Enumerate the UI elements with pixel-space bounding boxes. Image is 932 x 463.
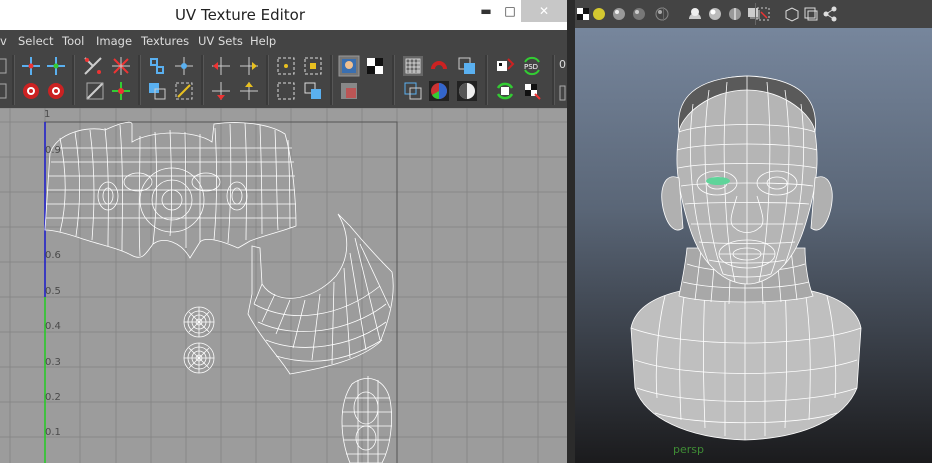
- grid-label-0-5: 0.5: [45, 286, 61, 297]
- select-overlap-icon[interactable]: [302, 80, 324, 102]
- rotate-ccw-icon[interactable]: [20, 80, 42, 102]
- refresh-texture-icon[interactable]: [494, 80, 516, 102]
- uv-shell-ear: [341, 376, 392, 463]
- xray-icon[interactable]: [655, 7, 669, 21]
- split-uvs-icon[interactable]: [110, 55, 132, 77]
- merge-uvs-icon[interactable]: [173, 55, 195, 77]
- default-lighting-icon[interactable]: [592, 7, 606, 21]
- menu-view-cut[interactable]: v: [0, 34, 7, 48]
- image-dim-icon[interactable]: [338, 80, 360, 102]
- share-icon[interactable]: [822, 6, 838, 22]
- align-u-min-icon[interactable]: [210, 55, 232, 77]
- move-uv-shell-icon[interactable]: [110, 80, 132, 102]
- grid-toggle-icon[interactable]: [402, 55, 424, 77]
- cut-tool-icon[interactable]: [0, 55, 10, 77]
- toolbar-separator: [392, 55, 395, 105]
- maximize-button[interactable]: □: [496, 0, 524, 22]
- camera-attributes-icon[interactable]: [784, 6, 800, 22]
- menu-textures[interactable]: Textures: [141, 34, 189, 48]
- align-u-max-icon[interactable]: [238, 55, 260, 77]
- panel-divider[interactable]: [567, 0, 575, 463]
- toolbar-separator: [663, 7, 664, 21]
- rotate-cw-icon[interactable]: [45, 80, 67, 102]
- viewport-toolbar: [575, 0, 932, 28]
- menu-bar: v Select Tool Image Textures UV Sets Hel…: [0, 30, 567, 52]
- toolbar-separator: [485, 55, 488, 105]
- select-shell-icon[interactable]: [275, 55, 297, 77]
- sew-uvs-icon[interactable]: [146, 55, 168, 77]
- grid-label-0-9: 0.9: [45, 145, 61, 156]
- isolate-select-icon[interactable]: [727, 7, 743, 21]
- shadows-icon[interactable]: [632, 7, 646, 21]
- flip-v-icon[interactable]: [45, 55, 67, 77]
- selected-uv-faces: [706, 177, 730, 185]
- psd-network-icon[interactable]: PSD: [521, 55, 543, 77]
- toolbar-separator: [201, 55, 204, 105]
- resolution-gate-icon[interactable]: [755, 6, 771, 22]
- menu-help[interactable]: Help: [250, 34, 276, 48]
- cut-tool-2-icon[interactable]: [0, 80, 10, 102]
- toolbar-more-icon[interactable]: [558, 82, 567, 104]
- uv-shell-neck: [247, 213, 394, 375]
- toolbar-separator: [72, 55, 75, 105]
- align-v-max-icon[interactable]: [238, 80, 260, 102]
- menu-select[interactable]: Select: [18, 34, 53, 48]
- toolbar-separator: [12, 55, 15, 105]
- relax-icon[interactable]: [173, 80, 195, 102]
- uv-texture-editor-window: UV Texture Editor ▬ □ ✕ v Select Tool Im…: [0, 0, 567, 463]
- grid-label-0-4: 0.4: [45, 321, 61, 332]
- shaded-uv-icon[interactable]: [456, 55, 478, 77]
- grid-label-0-2: 0.2: [45, 392, 61, 403]
- all-lights-icon[interactable]: [612, 7, 626, 21]
- grid-label-0-6: 0.6: [45, 250, 61, 261]
- grid-label-1: 1: [44, 109, 51, 120]
- toolbar-separator: [552, 55, 555, 105]
- checker-refresh-icon[interactable]: [521, 80, 543, 102]
- wireframe-shaded-icon[interactable]: [687, 7, 703, 21]
- rgb-channels-icon[interactable]: [428, 80, 450, 102]
- smooth-shade-icon[interactable]: [707, 7, 723, 21]
- pixel-snap-icon[interactable]: [428, 55, 450, 77]
- textured-shading-icon[interactable]: [577, 8, 589, 20]
- grid-label-0-3: 0.3: [45, 357, 61, 368]
- camera-label: persp: [673, 443, 704, 456]
- toolbar-separator: [330, 55, 333, 105]
- uv-toolbar: PSD 0: [0, 52, 567, 108]
- cut-uv-edges-icon[interactable]: [82, 55, 104, 77]
- toolbar-separator: [266, 55, 269, 105]
- flip-u-icon[interactable]: [20, 55, 42, 77]
- unfold-icon[interactable]: [146, 80, 168, 102]
- title-bar: UV Texture Editor ▬ □ ✕: [0, 0, 567, 30]
- image-display-icon[interactable]: [338, 55, 360, 77]
- toolbar-field-cut[interactable]: 0: [559, 58, 566, 71]
- update-psd-icon[interactable]: [494, 55, 516, 77]
- toolbar-separator: [138, 55, 141, 105]
- grid-label-0-1: 0.1: [45, 427, 61, 438]
- close-button[interactable]: ✕: [521, 0, 567, 22]
- select-boundary-icon[interactable]: [275, 80, 297, 102]
- select-border-icon[interactable]: [302, 55, 324, 77]
- menu-uv-sets[interactable]: UV Sets: [198, 34, 243, 48]
- uv-editor-viewport[interactable]: 1 0.9 0.6 0.5 0.4 0.3 0.2 0.1: [0, 108, 567, 463]
- layout-uvs-icon[interactable]: [84, 80, 106, 102]
- menu-tool[interactable]: Tool: [62, 34, 84, 48]
- uv-shell-eyes: [183, 306, 215, 374]
- window-title: UV Texture Editor: [174, 6, 306, 24]
- uv-border-icon[interactable]: [402, 80, 424, 102]
- uv-layout-canvas: [0, 108, 567, 463]
- svg-text:PSD: PSD: [524, 63, 538, 71]
- menu-image[interactable]: Image: [96, 34, 132, 48]
- checker-tiles-icon[interactable]: [364, 55, 386, 77]
- film-gate-icon[interactable]: [803, 6, 819, 22]
- perspective-viewport[interactable]: persp: [575, 0, 932, 463]
- align-v-min-icon[interactable]: [210, 80, 232, 102]
- alpha-channel-icon[interactable]: [456, 80, 478, 102]
- uv-shell-head: [44, 121, 297, 259]
- head-model-wireframe[interactable]: [575, 28, 932, 463]
